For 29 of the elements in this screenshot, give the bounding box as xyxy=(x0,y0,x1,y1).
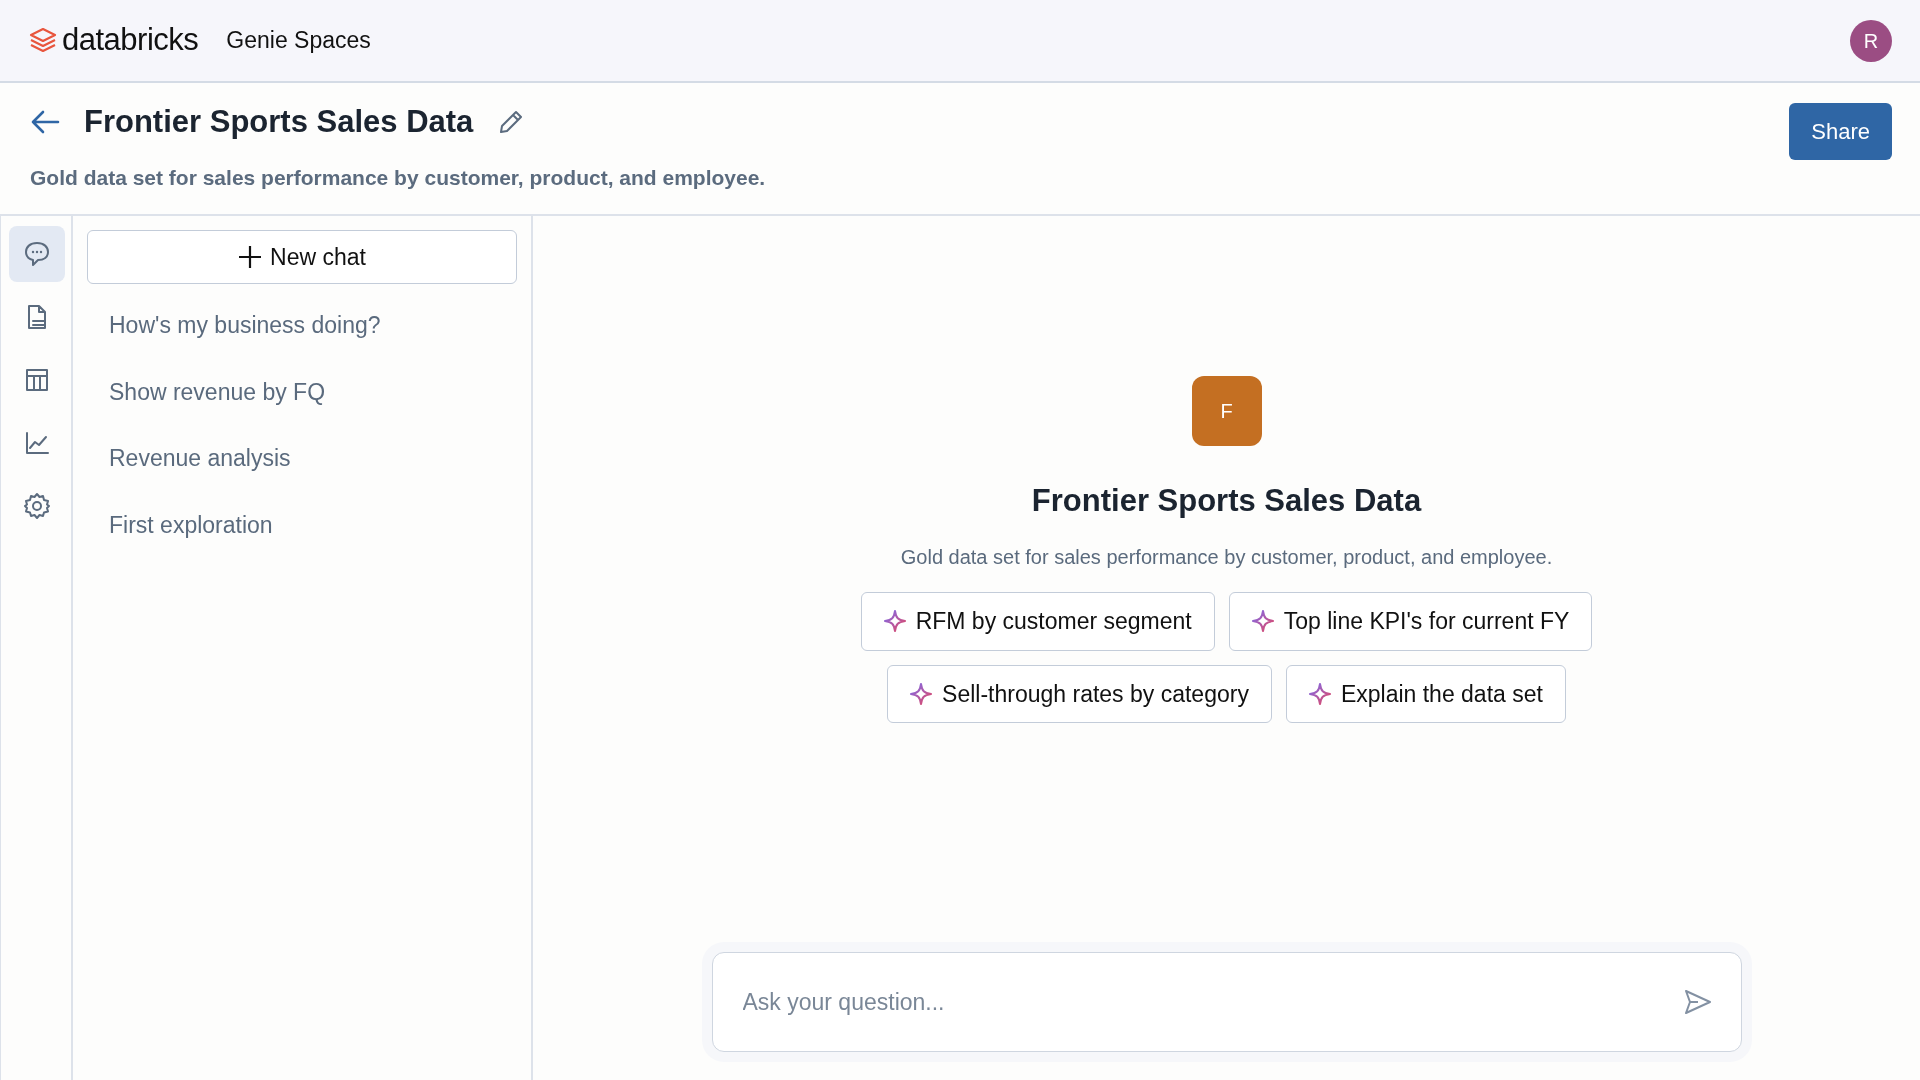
space-description: Gold data set for sales performance by customer, product, and employee. xyxy=(30,165,767,192)
suggestion-button[interactable]: RFM by customer segment xyxy=(860,592,1215,651)
sparkle-icon xyxy=(883,610,906,633)
suggestion-button[interactable]: Sell-through rates by category xyxy=(887,664,1272,724)
suggestion-button[interactable]: Explain the data set xyxy=(1285,664,1566,724)
share-button[interactable]: Share xyxy=(1789,103,1892,160)
product-name: Genie Spaces xyxy=(226,26,371,56)
chat-history-item[interactable]: Revenue analysis xyxy=(87,425,517,492)
suggestion-button[interactable]: Top line KPI's for current FY xyxy=(1228,592,1593,651)
welcome-title: Frontier Sports Sales Data xyxy=(1031,481,1422,520)
space-title: Frontier Sports Sales Data xyxy=(84,103,474,141)
settings-icon xyxy=(23,491,51,520)
sparkle-icon xyxy=(1251,610,1274,633)
sparkle-icon xyxy=(1308,682,1331,705)
new-chat-button[interactable]: New chat xyxy=(87,229,517,285)
chat-history-item[interactable]: First exploration xyxy=(87,491,517,559)
plus-icon xyxy=(238,244,263,269)
welcome-description: Gold data set for sales performance by customer, product, and employee. xyxy=(900,545,1553,571)
user-avatar[interactable]: R xyxy=(1850,19,1892,62)
sidebar-tab[interactable] xyxy=(9,225,65,282)
chat-history-item[interactable]: How's my business doing? xyxy=(87,292,517,359)
send-icon[interactable] xyxy=(1682,988,1713,1016)
sparkle-icon xyxy=(910,682,933,705)
back-arrow-icon[interactable] xyxy=(30,108,60,135)
chat-history-item[interactable]: Show revenue by FQ xyxy=(87,358,517,426)
question-field[interactable]: Ask your question... xyxy=(740,983,1683,1021)
brand-name[interactable]: databricks xyxy=(62,17,199,64)
space-badge: F xyxy=(1191,375,1262,446)
chat-bubble-icon xyxy=(23,239,51,268)
